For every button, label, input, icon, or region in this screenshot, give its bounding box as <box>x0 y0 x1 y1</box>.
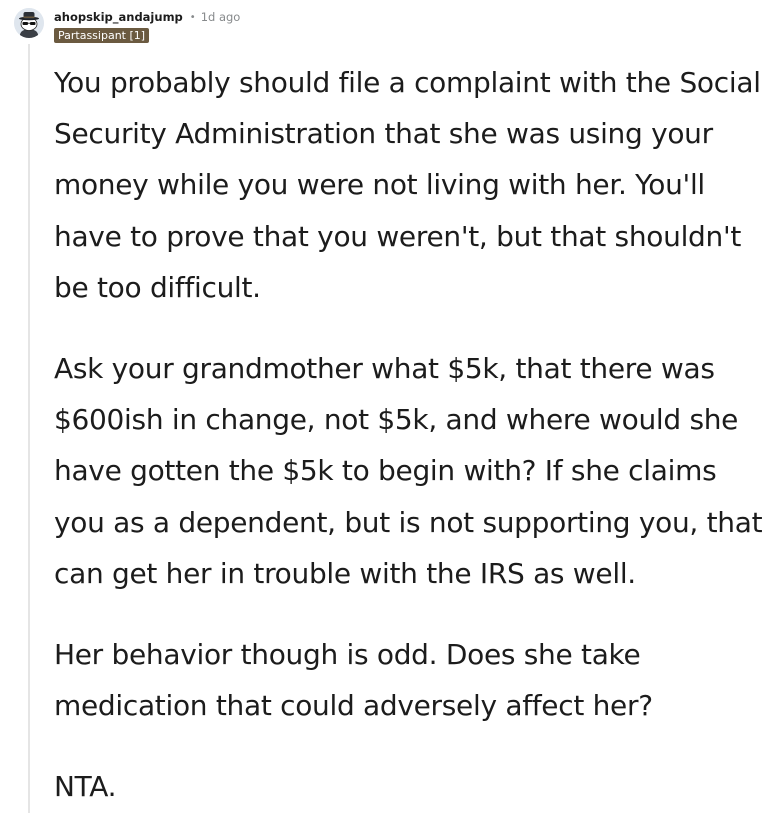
username-link[interactable]: ahopskip_andajump <box>54 10 183 24</box>
comment-paragraph-2: Ask your grandmother what $5k, that ther… <box>54 352 763 590</box>
comment-paragraph-4: NTA. <box>54 770 117 804</box>
comment-meta: ahopskip_andajump • 1d ago <box>54 8 240 26</box>
comment-body: You probably should file a complaint wit… <box>54 57 766 813</box>
comment-thread-line[interactable] <box>28 44 30 813</box>
user-avatar[interactable] <box>14 8 44 38</box>
user-flair-badge: Partassipant [1] <box>54 28 150 43</box>
comment-paragraph-1: You probably should file a complaint wit… <box>54 66 761 304</box>
meta-separator: • <box>189 11 196 23</box>
comment-timestamp[interactable]: 1d ago <box>201 10 241 24</box>
comment-paragraph-3: Her behavior though is odd. Does she tak… <box>54 638 653 723</box>
snoo-avatar-icon <box>14 8 44 38</box>
